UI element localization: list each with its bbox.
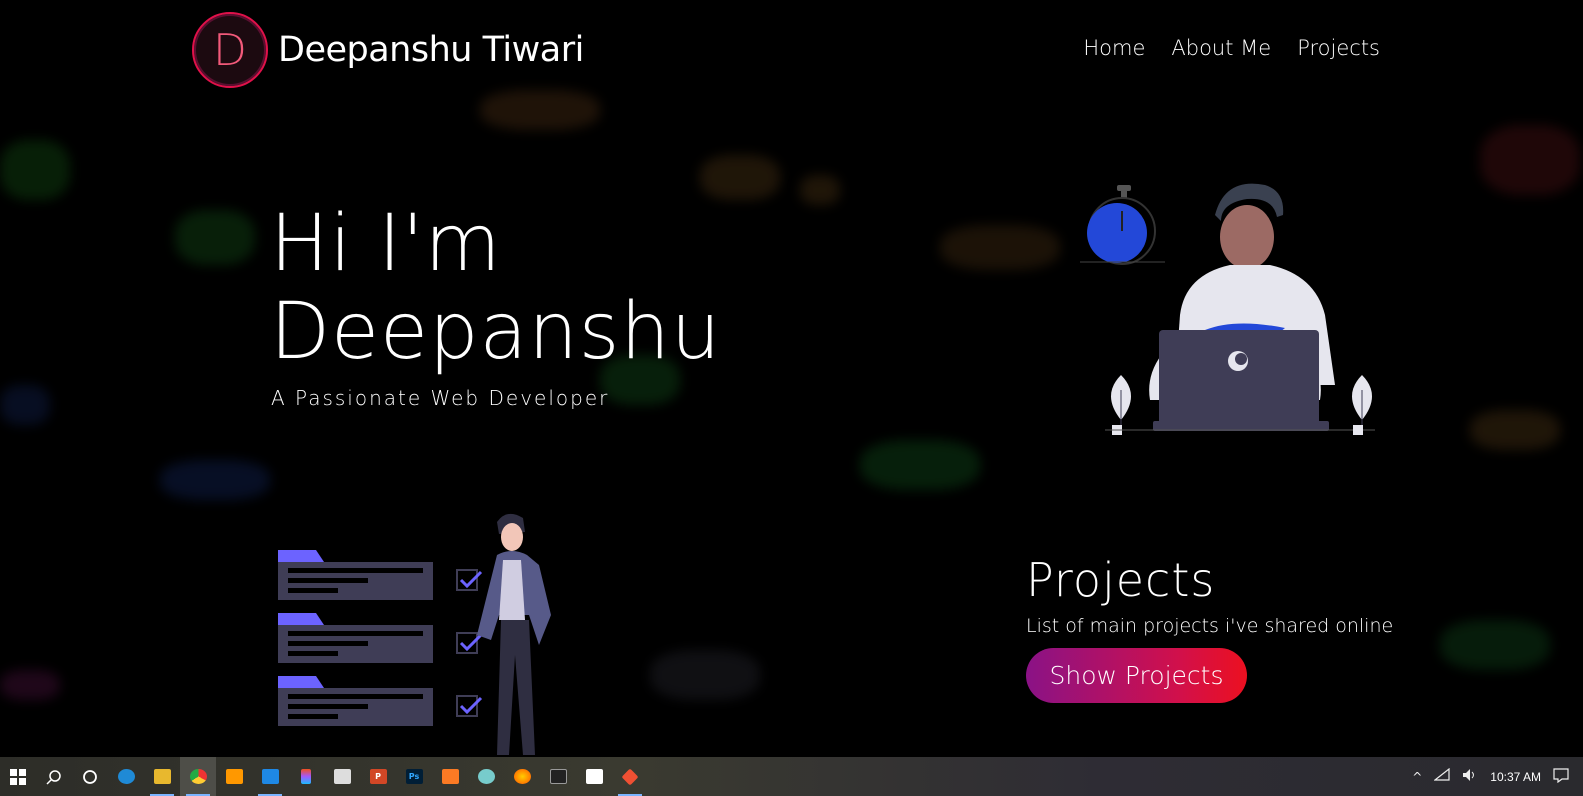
sublime-text-icon[interactable]: [216, 757, 252, 796]
background-glyph: [1440, 620, 1550, 670]
developer-laptop-illustration: [1080, 183, 1375, 435]
terminal-icon[interactable]: [540, 757, 576, 796]
volume-icon[interactable]: [1462, 768, 1478, 785]
show-projects-button[interactable]: Show Projects: [1026, 648, 1247, 703]
background-glyph: [480, 90, 600, 130]
paint-icon[interactable]: [468, 757, 504, 796]
background-glyph: [700, 155, 780, 200]
powerpoint-icon[interactable]: P: [360, 757, 396, 796]
standing-person-figure: [477, 513, 551, 755]
checklist-illustration: [278, 513, 551, 755]
logo-letter: D: [213, 24, 247, 76]
hero-title-line1: Hi I'm: [270, 199, 502, 289]
hero-title: Hi I'm Deepanshu: [270, 200, 721, 376]
hero-title-line2: Deepanshu: [270, 287, 722, 377]
nav-about-me[interactable]: About Me: [1171, 36, 1271, 60]
xampp-icon[interactable]: [432, 757, 468, 796]
background-glyph: [0, 140, 70, 200]
camera-icon[interactable]: [324, 757, 360, 796]
laptop-icon: [1153, 330, 1329, 431]
background-glyph: [940, 225, 1060, 270]
store-icon[interactable]: [576, 757, 612, 796]
background-glyph: [860, 440, 980, 490]
nav-home[interactable]: Home: [1083, 36, 1145, 60]
background-glyph: [800, 175, 840, 205]
file-explorer-icon[interactable]: [144, 757, 180, 796]
plant-right-icon: [1352, 375, 1372, 435]
brand-name: Deepanshu Tiwari: [278, 30, 584, 70]
git-icon[interactable]: [612, 757, 648, 796]
system-tray: ^ 10:37 AM: [1412, 757, 1583, 796]
background-glyph: [175, 210, 255, 265]
checklist-card: [278, 550, 483, 600]
logo-circle: D: [192, 12, 268, 88]
vscode-icon[interactable]: [252, 757, 288, 796]
stopwatch-icon: [1080, 185, 1165, 265]
notifications-icon[interactable]: [1553, 767, 1569, 786]
firefox-icon[interactable]: [504, 757, 540, 796]
windows-start-icon[interactable]: [0, 757, 36, 796]
checklist-card: [278, 613, 483, 663]
figma-icon[interactable]: [288, 757, 324, 796]
background-glyph: [0, 670, 60, 700]
background-glyph: [0, 385, 50, 425]
chevron-up-icon[interactable]: ^: [1412, 770, 1422, 784]
background-glyph: [650, 650, 760, 700]
background-glyph: [160, 460, 270, 500]
nav-projects[interactable]: Projects: [1297, 36, 1380, 60]
photoshop-icon[interactable]: Ps: [396, 757, 432, 796]
wifi-icon[interactable]: [1433, 767, 1450, 785]
background-glyph: [1470, 410, 1560, 450]
edge-icon[interactable]: [108, 757, 144, 796]
chrome-icon[interactable]: [180, 757, 216, 796]
search-icon[interactable]: [36, 757, 72, 796]
background-glyph: [1480, 125, 1580, 195]
projects-title: Projects: [1026, 553, 1216, 607]
taskbar-clock[interactable]: 10:37 AM: [1490, 770, 1541, 784]
hero-subtitle: A Passionate Web Developer: [271, 386, 610, 410]
checklist-card: [278, 676, 483, 726]
cortana-icon[interactable]: [72, 757, 108, 796]
main-nav: Home About Me Projects: [1083, 36, 1380, 60]
projects-description: List of main projects i've shared online: [1026, 615, 1394, 637]
windows-taskbar: P Ps ^ 10:37 AM: [0, 757, 1583, 796]
brand-logo[interactable]: D Deepanshu Tiwari: [192, 12, 584, 88]
